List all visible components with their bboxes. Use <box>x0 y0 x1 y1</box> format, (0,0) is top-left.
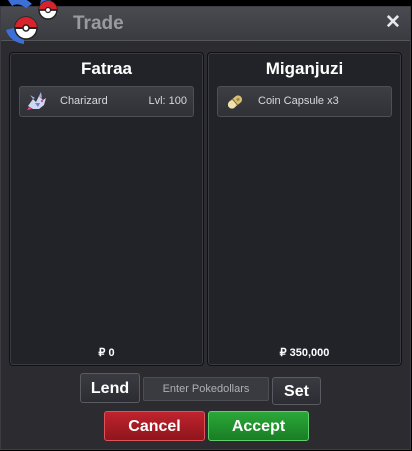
window-title: Trade <box>73 13 124 34</box>
offered-item-name: Charizard <box>60 95 108 107</box>
partner-player-name: Miganjuzi <box>265 59 344 78</box>
pokeball-logo-icon <box>6 0 58 44</box>
partner-money-amount: ₽ 350,000 <box>279 347 330 359</box>
own-money-amount: ₽ 0 <box>98 347 115 359</box>
accept-button[interactable]: Accept <box>208 411 309 441</box>
coin-capsule-icon <box>227 95 243 109</box>
partner-item-name: Coin Capsule x3 <box>258 95 339 107</box>
trade-window: Trade ✕ Fatraa Charizard Lvl: 100 ₽ 0 Mi… <box>0 6 411 450</box>
set-money-button[interactable]: Set <box>272 377 321 405</box>
partner-item-slot[interactable]: Coin Capsule x3 <box>217 86 392 117</box>
offered-item-level: Lvl: 100 <box>148 95 187 107</box>
own-player-name: Fatraa <box>80 59 133 78</box>
own-offer-panel: Fatraa Charizard Lvl: 100 ₽ 0 <box>9 52 204 366</box>
lend-button[interactable]: Lend <box>80 373 140 403</box>
partner-offer-panel: Miganjuzi Coin Capsule x3 ₽ 350,000 <box>207 52 402 366</box>
pokedollars-input[interactable] <box>143 377 269 401</box>
offered-item-slot[interactable]: Charizard Lvl: 100 <box>19 86 194 117</box>
cancel-button[interactable]: Cancel <box>104 411 205 441</box>
close-button[interactable]: ✕ <box>382 11 404 35</box>
charizard-sprite-icon <box>27 92 46 110</box>
